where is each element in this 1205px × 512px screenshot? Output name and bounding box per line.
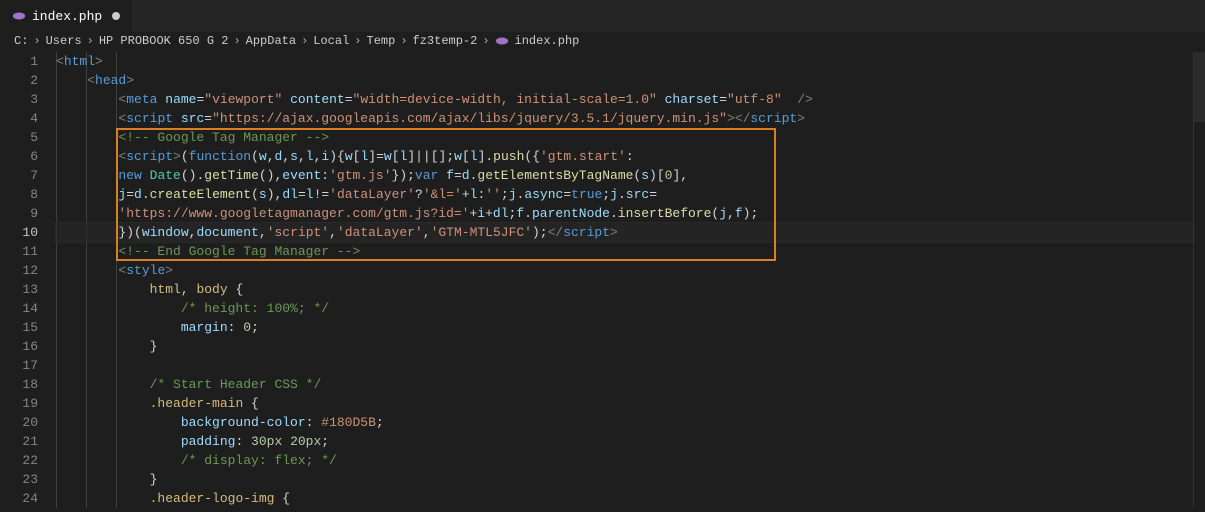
line-number: 24 <box>0 489 38 508</box>
code-line[interactable]: <html> <box>56 52 1193 71</box>
line-number: 23 <box>0 470 38 489</box>
crumb-0[interactable]: C: <box>14 34 28 48</box>
chevron-right-icon: › <box>300 34 309 48</box>
line-number: 5 <box>0 128 38 147</box>
code-line[interactable] <box>56 356 1193 375</box>
code-line[interactable]: j=d.createElement(s),dl=l!='dataLayer'?'… <box>56 185 1193 204</box>
crumb-2[interactable]: HP PROBOOK 650 G 2 <box>99 34 229 48</box>
code-line[interactable]: <script src="https://ajax.googleapis.com… <box>56 109 1193 128</box>
line-number: 16 <box>0 337 38 356</box>
code-line[interactable]: <style> <box>56 261 1193 280</box>
line-number: 13 <box>0 280 38 299</box>
tab-filename: index.php <box>32 9 102 24</box>
line-number: 3 <box>0 90 38 109</box>
code-line[interactable]: <meta name="viewport" content="width=dev… <box>56 90 1193 109</box>
crumb-3[interactable]: AppData <box>246 34 296 48</box>
line-number: 17 <box>0 356 38 375</box>
code-area[interactable]: <html> <head> <meta name="viewport" cont… <box>56 52 1193 508</box>
code-line[interactable]: margin: 0; <box>56 318 1193 337</box>
crumb-6[interactable]: fz3temp-2 <box>413 34 478 48</box>
crumb-4[interactable]: Local <box>313 34 349 48</box>
line-number: 22 <box>0 451 38 470</box>
tab-index-php[interactable]: index.php <box>0 0 133 32</box>
code-line[interactable]: <script>(function(w,d,s,l,i){w[l]=w[l]||… <box>56 147 1193 166</box>
code-line[interactable]: html, body { <box>56 280 1193 299</box>
chevron-right-icon: › <box>32 34 41 48</box>
chevron-right-icon: › <box>232 34 241 48</box>
tab-bar: index.php <box>0 0 1205 32</box>
code-line-active[interactable]: })(window,document,'script','dataLayer',… <box>56 223 1193 242</box>
code-line[interactable]: } <box>56 337 1193 356</box>
crumb-7[interactable]: index.php <box>515 34 580 48</box>
line-number: 9 <box>0 204 38 223</box>
minimap[interactable] <box>1193 52 1205 508</box>
crumb-1[interactable]: Users <box>46 34 82 48</box>
code-line[interactable]: new Date().getTime(),event:'gtm.js'});va… <box>56 166 1193 185</box>
line-number: 11 <box>0 242 38 261</box>
line-number: 21 <box>0 432 38 451</box>
code-line[interactable]: /* height: 100%; */ <box>56 299 1193 318</box>
line-number: 6 <box>0 147 38 166</box>
line-number: 10 <box>0 223 38 242</box>
code-line[interactable]: /* display: flex; */ <box>56 451 1193 470</box>
code-line[interactable]: } <box>56 470 1193 489</box>
chevron-right-icon: › <box>353 34 362 48</box>
php-file-icon <box>495 34 509 48</box>
chevron-right-icon: › <box>481 34 490 48</box>
line-number: 4 <box>0 109 38 128</box>
crumb-5[interactable]: Temp <box>367 34 396 48</box>
code-line[interactable]: <!-- Google Tag Manager --> <box>56 128 1193 147</box>
line-number-gutter: 123456789101112131415161718192021222324 <box>0 52 56 508</box>
code-line[interactable]: <!-- End Google Tag Manager --> <box>56 242 1193 261</box>
chevron-right-icon: › <box>86 34 95 48</box>
modified-indicator <box>112 12 120 20</box>
php-file-icon <box>12 9 26 23</box>
line-number: 2 <box>0 71 38 90</box>
line-number: 14 <box>0 299 38 318</box>
line-number: 18 <box>0 375 38 394</box>
minimap-slider[interactable] <box>1194 52 1205 122</box>
code-line[interactable]: .header-logo-img { <box>56 489 1193 508</box>
chevron-right-icon: › <box>399 34 408 48</box>
code-line[interactable]: padding: 30px 20px; <box>56 432 1193 451</box>
code-line[interactable]: .header-main { <box>56 394 1193 413</box>
code-line[interactable]: 'https://www.googletagmanager.com/gtm.js… <box>56 204 1193 223</box>
code-editor[interactable]: 123456789101112131415161718192021222324 … <box>0 52 1205 508</box>
code-line[interactable]: /* Start Header CSS */ <box>56 375 1193 394</box>
line-number: 7 <box>0 166 38 185</box>
line-number: 8 <box>0 185 38 204</box>
breadcrumb[interactable]: C:› Users› HP PROBOOK 650 G 2› AppData› … <box>0 32 1205 52</box>
line-number: 15 <box>0 318 38 337</box>
line-number: 12 <box>0 261 38 280</box>
line-number: 19 <box>0 394 38 413</box>
line-number: 1 <box>0 52 38 71</box>
line-number: 20 <box>0 413 38 432</box>
code-line[interactable]: <head> <box>56 71 1193 90</box>
code-line[interactable]: background-color: #180D5B; <box>56 413 1193 432</box>
